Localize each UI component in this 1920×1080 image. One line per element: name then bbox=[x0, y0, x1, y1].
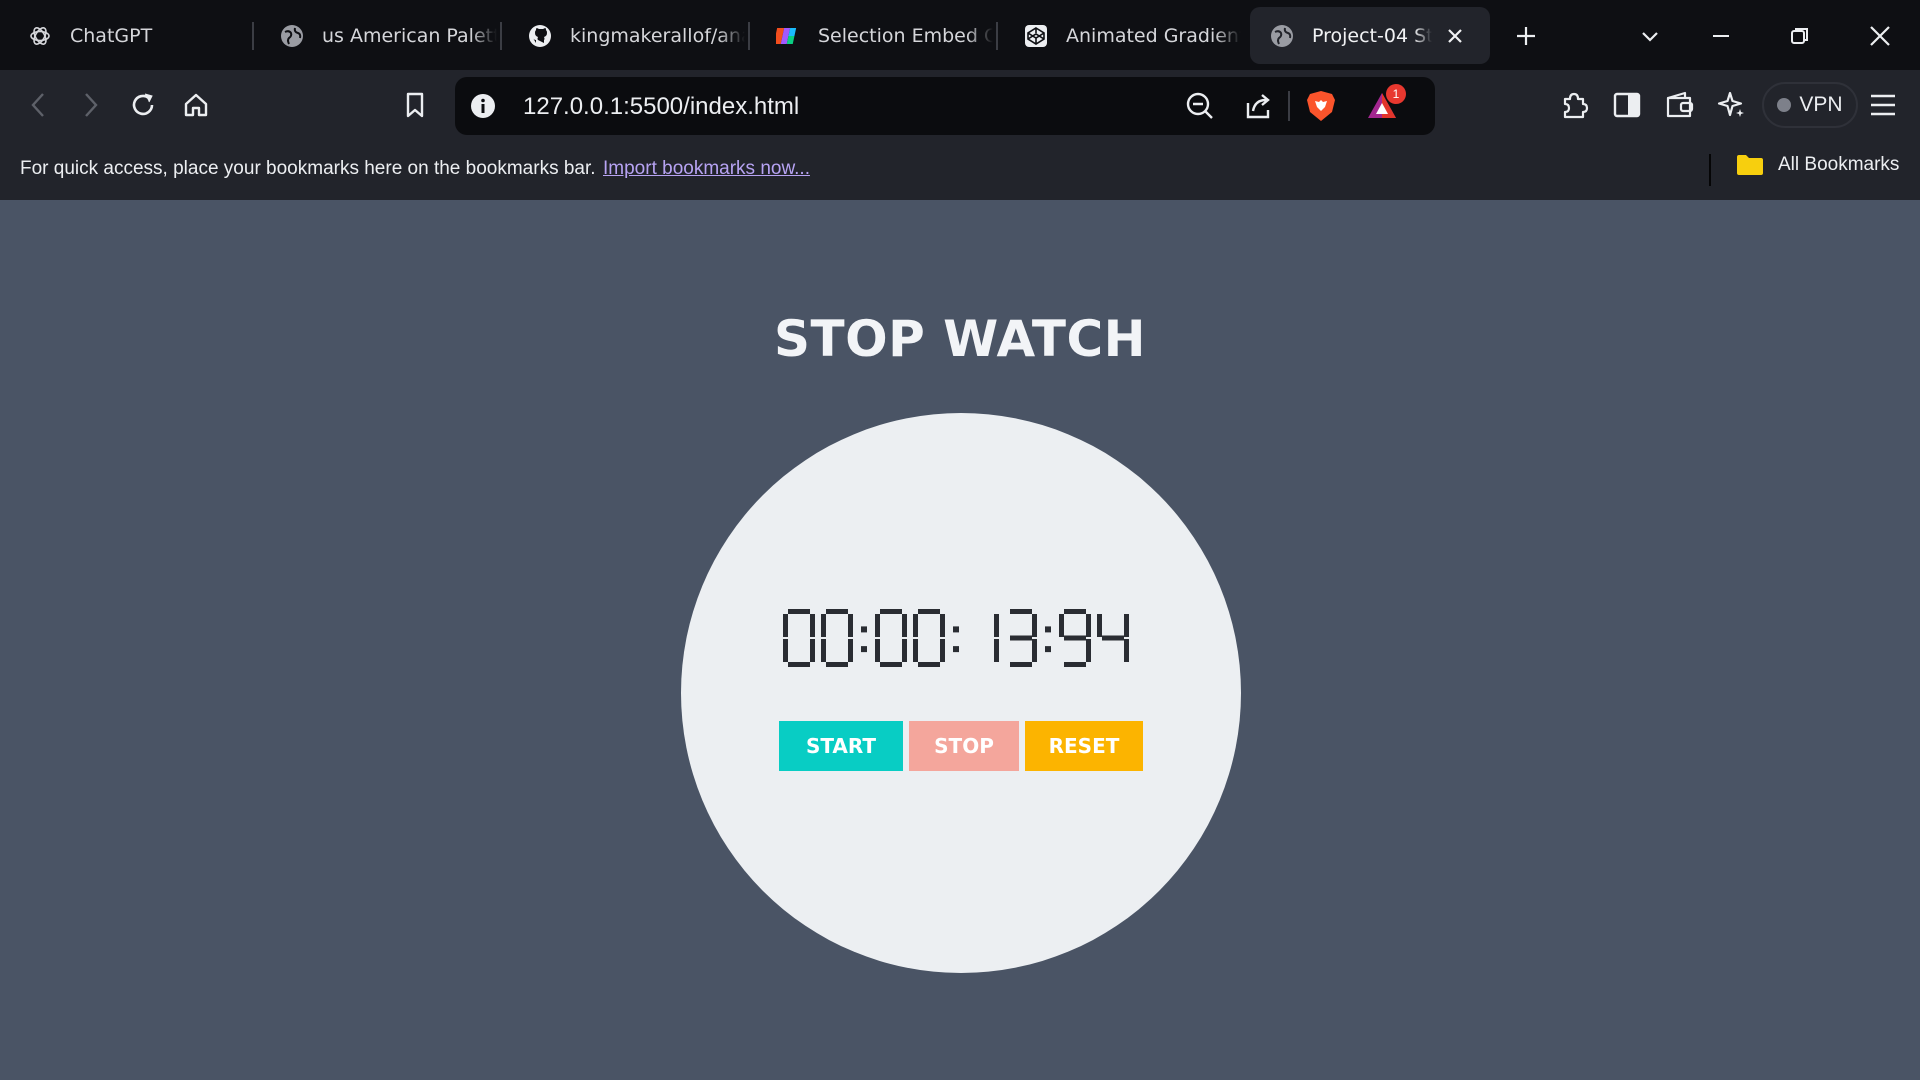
start-button[interactable]: START bbox=[779, 721, 903, 771]
minutes-digit bbox=[875, 609, 907, 667]
bookmarks-divider bbox=[1709, 154, 1711, 186]
stopwatch-controls: START STOP RESET bbox=[779, 721, 1143, 771]
tab-title: kingmakerallof/ana bbox=[570, 24, 745, 47]
forward-button[interactable] bbox=[71, 86, 109, 124]
stopwatch-face: START STOP RESET bbox=[681, 413, 1241, 973]
tab-project-04[interactable]: Project-04 Sto bbox=[1250, 7, 1490, 64]
codepen-icon bbox=[1025, 24, 1047, 47]
back-button[interactable] bbox=[20, 86, 58, 124]
time-display bbox=[681, 603, 1241, 673]
globe-icon bbox=[281, 24, 303, 47]
tab-figma-selection[interactable]: Selection Embed C bbox=[748, 7, 996, 64]
bookmarks-hint: For quick access, place your bookmarks h… bbox=[20, 158, 596, 179]
folder-icon bbox=[1737, 155, 1763, 175]
zoom-out-icon bbox=[1186, 92, 1213, 119]
hamburger-menu-icon bbox=[1871, 94, 1895, 116]
home-icon bbox=[184, 93, 208, 117]
vpn-status-icon bbox=[1777, 98, 1792, 112]
vpn-button[interactable]: VPN bbox=[1762, 82, 1858, 128]
hours-digit bbox=[783, 609, 815, 667]
reload-button[interactable] bbox=[124, 86, 162, 124]
brave-shields-button[interactable] bbox=[1303, 88, 1339, 124]
reset-button[interactable]: RESET bbox=[1025, 721, 1143, 771]
close-tab-icon[interactable] bbox=[1444, 25, 1466, 47]
wallet-icon bbox=[1666, 91, 1694, 118]
tab-chatgpt[interactable]: ChatGPT bbox=[0, 7, 252, 64]
share-button[interactable] bbox=[1241, 88, 1277, 124]
browser-toolbar: 127.0.0.1:5500/index.html 1 VPN bbox=[0, 70, 1920, 140]
puzzle-icon bbox=[1563, 92, 1589, 119]
url-text[interactable]: 127.0.0.1:5500/index.html bbox=[523, 93, 799, 121]
home-button[interactable] bbox=[177, 86, 215, 124]
sparkle-icon bbox=[1717, 91, 1744, 117]
tab-strip: ChatGPT us American Palette kingmakerall… bbox=[0, 0, 1920, 70]
figma-icon bbox=[776, 27, 797, 44]
arrow-left-icon bbox=[31, 93, 44, 117]
restore-icon bbox=[1791, 28, 1808, 44]
tab-github[interactable]: kingmakerallof/ana bbox=[500, 7, 748, 64]
globe-icon bbox=[1271, 24, 1293, 47]
close-icon bbox=[1870, 26, 1890, 46]
centiseconds-digit bbox=[1059, 609, 1091, 667]
tab-title: Selection Embed C bbox=[818, 24, 993, 47]
hours-digit bbox=[821, 609, 853, 667]
plus-icon bbox=[1517, 27, 1535, 45]
stop-button[interactable]: STOP bbox=[909, 721, 1019, 771]
omnibox-divider bbox=[1288, 91, 1290, 121]
new-tab-button[interactable] bbox=[1508, 18, 1544, 54]
restore-button[interactable] bbox=[1782, 18, 1818, 54]
centiseconds-digit bbox=[1097, 614, 1129, 662]
page-content: STOP WATCH START STOP RESET bbox=[0, 200, 1920, 1080]
seconds-digit bbox=[1010, 609, 1037, 667]
sidebar-icon bbox=[1613, 92, 1641, 118]
tab-title: ChatGPT bbox=[70, 24, 153, 47]
tab-title: Animated Gradient bbox=[1066, 24, 1241, 47]
github-icon bbox=[529, 24, 551, 47]
close-window-button[interactable] bbox=[1862, 18, 1898, 54]
tab-american-palette[interactable]: us American Palette bbox=[252, 7, 500, 64]
menu-button[interactable] bbox=[1864, 86, 1902, 124]
bookmark-icon bbox=[406, 92, 424, 118]
time-separator-colon bbox=[1045, 626, 1051, 653]
extensions-button[interactable] bbox=[1556, 86, 1594, 124]
wallet-button[interactable] bbox=[1661, 86, 1699, 124]
arrow-right-icon bbox=[85, 93, 98, 117]
chatgpt-icon bbox=[30, 26, 50, 45]
bookmarks-bar: For quick access, place your bookmarks h… bbox=[0, 140, 1920, 200]
brave-lion-icon bbox=[1307, 91, 1335, 121]
tab-search-button[interactable] bbox=[1632, 18, 1668, 54]
brave-rewards-button[interactable]: 1 bbox=[1364, 84, 1406, 124]
time-separator-colon bbox=[953, 626, 959, 653]
bookmark-page-button[interactable] bbox=[396, 86, 434, 124]
import-bookmarks-link[interactable]: Import bookmarks now... bbox=[603, 158, 810, 180]
tab-codepen[interactable]: Animated Gradient bbox=[996, 7, 1246, 64]
time-separator-colon bbox=[861, 626, 867, 653]
chevron-down-icon bbox=[1642, 32, 1658, 42]
all-bookmarks-button[interactable]: All Bookmarks bbox=[1736, 154, 1899, 176]
tab-title: us American Palette bbox=[322, 24, 497, 47]
share-icon bbox=[1246, 94, 1270, 119]
minutes-digit bbox=[913, 609, 945, 667]
leo-ai-button[interactable] bbox=[1713, 86, 1751, 124]
tab-title: Project-04 Sto bbox=[1312, 24, 1432, 47]
sidebar-button[interactable] bbox=[1608, 86, 1646, 124]
address-bar[interactable]: 127.0.0.1:5500/index.html 1 bbox=[455, 77, 1435, 135]
all-bookmarks-label: All Bookmarks bbox=[1778, 154, 1900, 175]
page-title: STOP WATCH bbox=[773, 310, 1147, 368]
seconds-digit bbox=[994, 614, 999, 662]
reload-icon bbox=[132, 93, 154, 116]
minimize-icon bbox=[1713, 35, 1729, 37]
site-info-button[interactable] bbox=[465, 88, 501, 124]
vpn-label: VPN bbox=[1799, 93, 1843, 116]
zoom-button[interactable] bbox=[1182, 88, 1218, 124]
notification-badge: 1 bbox=[1386, 84, 1406, 104]
info-icon bbox=[471, 94, 495, 118]
minimize-button[interactable] bbox=[1703, 18, 1739, 54]
digital-time-readout bbox=[783, 609, 1129, 667]
